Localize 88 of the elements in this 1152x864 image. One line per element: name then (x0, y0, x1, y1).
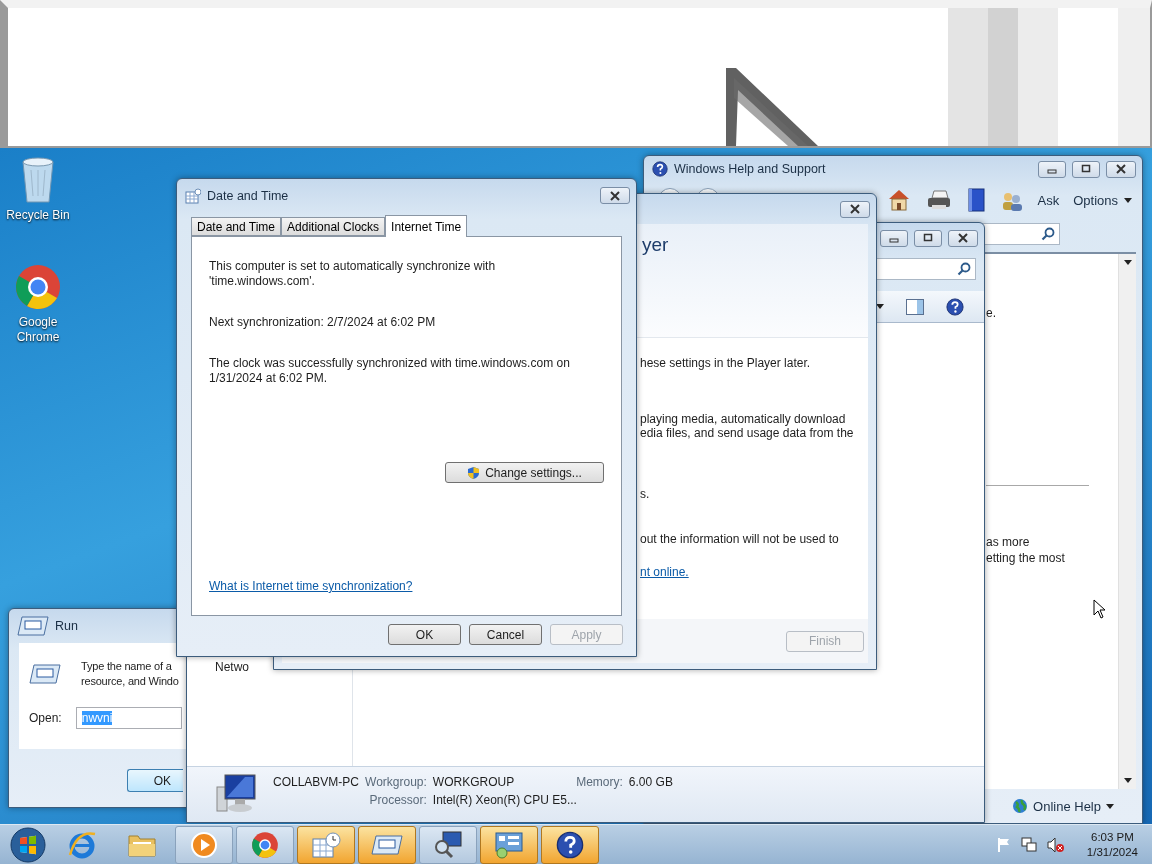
chrome-icon[interactable] (14, 263, 62, 311)
options-menu[interactable]: Options (1073, 192, 1132, 208)
caret-icon (1123, 260, 1132, 265)
run-icon (29, 663, 61, 685)
help-text: e. (986, 306, 997, 321)
maximize-button[interactable] (1072, 160, 1100, 178)
computer-icon (213, 773, 257, 815)
network-icon[interactable] (1020, 836, 1037, 853)
minimize-button[interactable] (880, 229, 908, 247)
dialog-text: out the information will not be used to (640, 532, 840, 546)
close-icon (1115, 164, 1127, 174)
window-title: Date and Time (207, 188, 289, 203)
caret-icon (876, 304, 884, 309)
tab[interactable]: Date and Time (191, 217, 282, 236)
shield-icon (467, 465, 481, 480)
run-icon (17, 615, 49, 637)
detail-label: Workgroup: (365, 775, 427, 789)
computer-name: COLLABVM-PC (273, 775, 360, 789)
taskbar-button[interactable] (541, 825, 599, 864)
help-icon[interactable] (556, 830, 584, 859)
preview-pane-icon[interactable] (906, 298, 924, 315)
close-button[interactable] (600, 187, 630, 204)
scrollbar[interactable] (1118, 254, 1136, 789)
control-panel-icon (494, 830, 524, 859)
close-icon (609, 190, 621, 201)
desktop-icon-label[interactable]: Recycle Bin (2, 208, 74, 223)
dialog-text: s. (640, 487, 651, 501)
taskbar-button[interactable] (480, 825, 538, 864)
media-player-icon (190, 830, 218, 859)
dialog-text: hese settings in the Player later. (640, 356, 812, 370)
help-text: etting the most (986, 550, 1066, 566)
detail-value: 6.00 GB (628, 775, 673, 789)
printer-icon[interactable] (925, 189, 952, 211)
calendar-icon (185, 187, 201, 204)
desktop-icon-label[interactable]: Google Chrome (2, 315, 74, 345)
book-icon[interactable] (965, 188, 986, 212)
mouse-pointer-icon (1093, 599, 1107, 619)
tab[interactable]: Additional Clocks (281, 217, 386, 236)
computer-search-icon (433, 829, 463, 860)
maximize-icon (922, 233, 934, 243)
window-title: Windows Help and Support (674, 162, 826, 176)
dialog-button[interactable]: Cancel (469, 624, 542, 645)
muted-speaker-icon[interactable] (1046, 836, 1065, 853)
change-settings-button[interactable]: Change settings... (445, 462, 604, 483)
start-button[interactable] (8, 825, 48, 864)
minimize-button[interactable] (1038, 160, 1066, 178)
tab[interactable]: Internet Time (385, 215, 468, 237)
search-icon[interactable] (957, 262, 971, 276)
maximize-icon (1080, 164, 1092, 174)
maximize-button[interactable] (914, 229, 942, 247)
detail-value: Intel(R) Xeon(R) CPU E5... (432, 793, 578, 807)
close-button[interactable] (840, 200, 870, 218)
run-icon (371, 833, 403, 856)
ok-button[interactable]: OK (127, 769, 183, 792)
close-button[interactable] (1106, 160, 1136, 178)
info-link[interactable]: nt online. (640, 565, 689, 579)
help-icon[interactable] (946, 297, 964, 316)
calendar-clock-icon (311, 830, 341, 859)
run-prompt: Type the name of a resource, and Windo (81, 659, 179, 689)
info-text: The clock was successfully synchronized with time.windows.com on 1/31/2024 at 6:02 PM. (209, 356, 571, 386)
help-icon[interactable] (652, 161, 668, 177)
caret-icon (1124, 197, 1132, 203)
browser-icon[interactable] (67, 829, 97, 860)
info-text: Next synchronization: 2/7/2024 at 6:02 PM (209, 315, 437, 330)
caret-icon (1123, 778, 1132, 783)
recycle-bin-icon[interactable] (19, 156, 57, 204)
help-text: as more (986, 534, 1031, 550)
taskbar-button[interactable] (419, 825, 477, 864)
help-link[interactable]: What is Internet time synchronization? (209, 579, 413, 593)
detail-value: WORKGROUP (432, 775, 515, 789)
caret-icon (1106, 803, 1114, 809)
online-help-button[interactable]: Online Help (1006, 797, 1120, 815)
close-button[interactable] (948, 229, 978, 247)
ask-button[interactable]: Ask (1037, 192, 1060, 208)
search-icon[interactable] (1041, 227, 1055, 241)
dialog-heading: yer (642, 234, 670, 256)
dialog-text: playing media, automatically download edia files, and send usage data from the (640, 412, 855, 440)
close-icon (957, 233, 969, 243)
close-icon (849, 204, 861, 214)
detail-label: Processor: (368, 793, 427, 807)
window-title: Run (55, 619, 78, 633)
field-label: Open: (29, 710, 62, 726)
dialog-button[interactable]: OK (388, 624, 461, 645)
chrome-icon[interactable] (251, 830, 279, 859)
info-text: This computer is set to automatically synchronize with 'time.windows.com'. (209, 259, 497, 289)
globe-icon (1012, 798, 1029, 814)
clock[interactable]: 6:03 PM 1/31/2024 (1074, 829, 1138, 860)
detail-label: Memory: (576, 775, 623, 789)
